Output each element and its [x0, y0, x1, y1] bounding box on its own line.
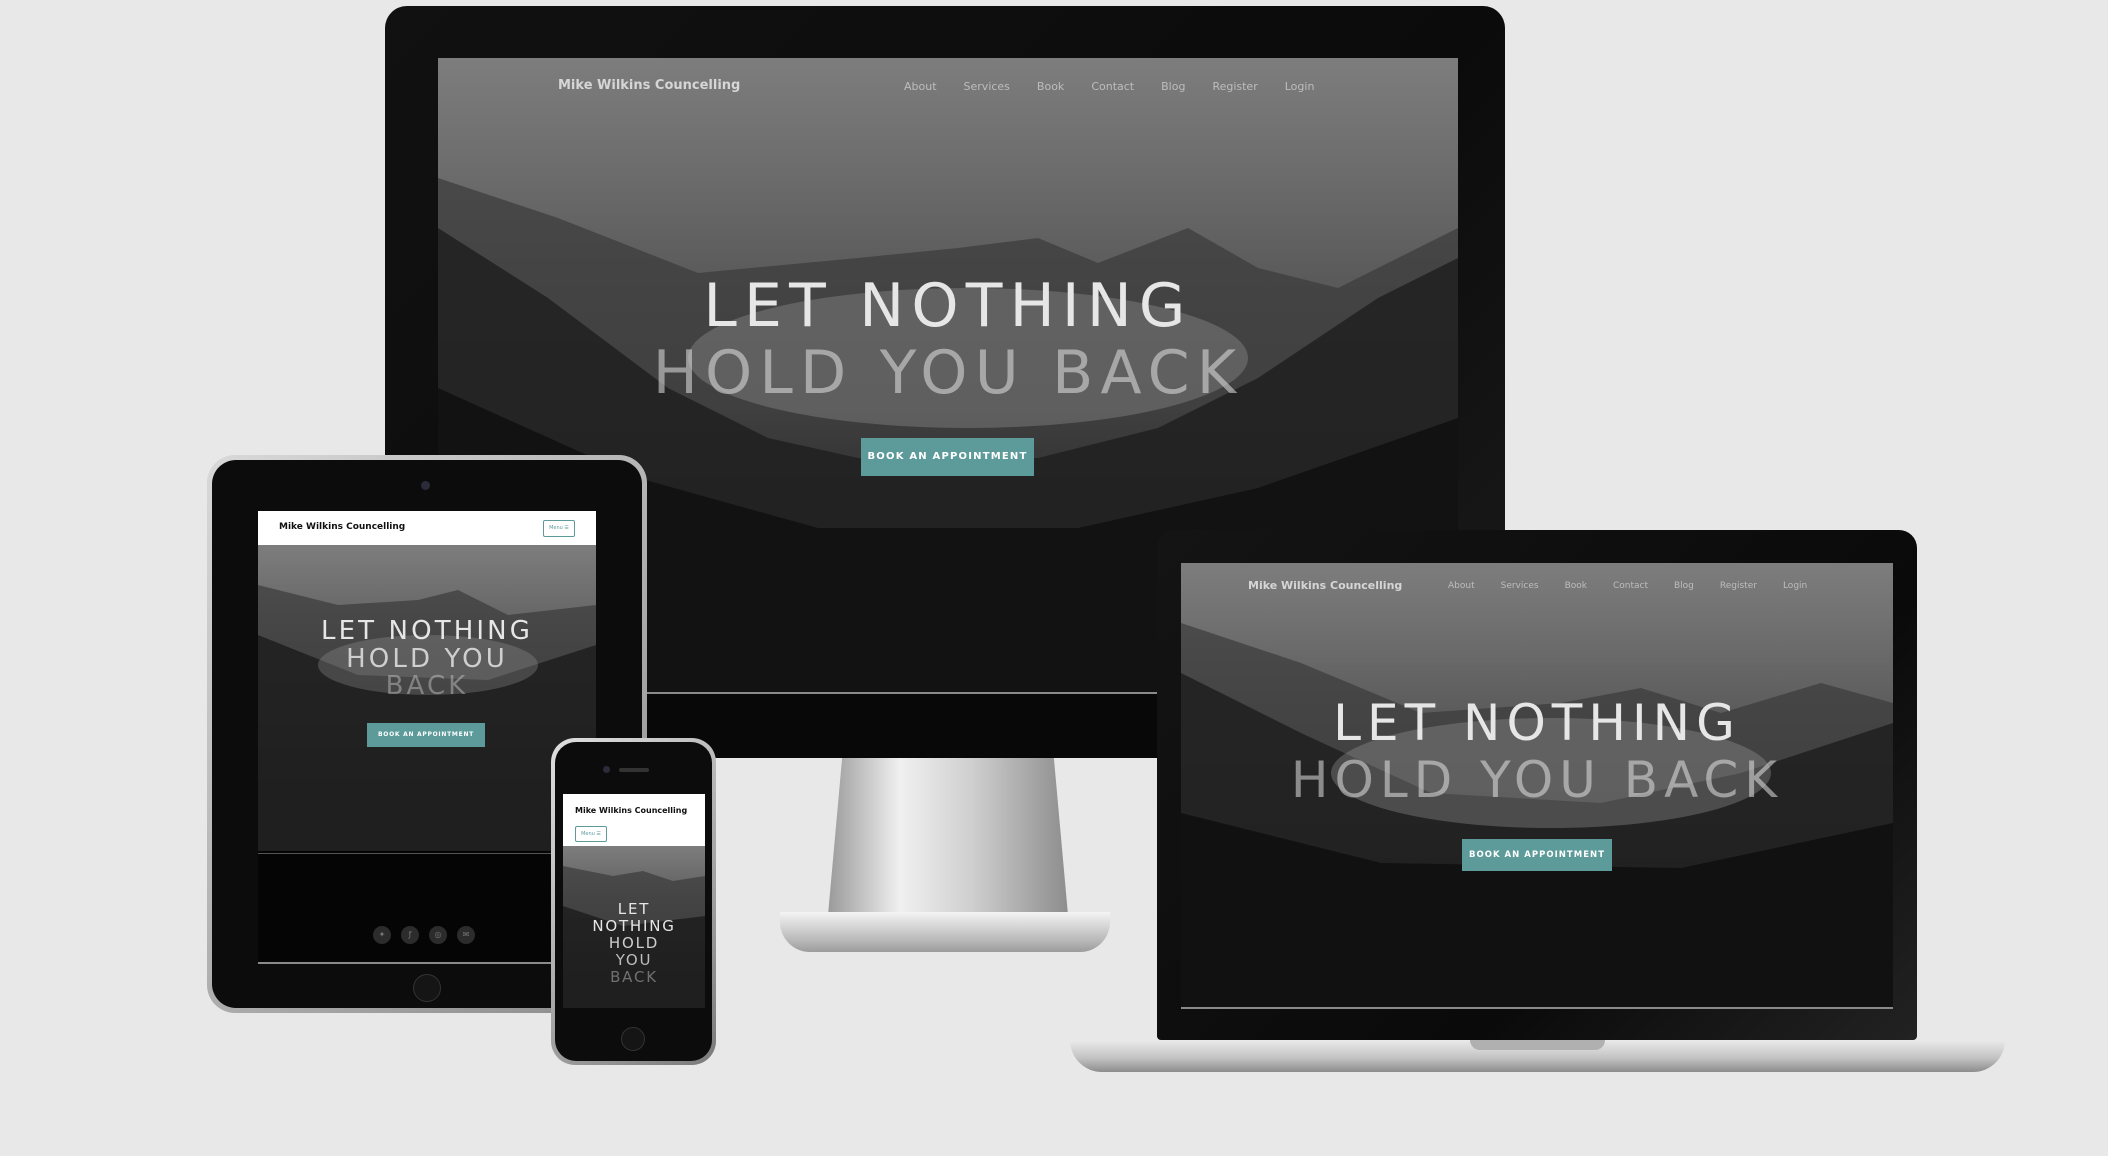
site-brand[interactable]: Mike Wilkins Councelling: [279, 522, 405, 532]
nav-link-register[interactable]: Register: [1720, 581, 1757, 591]
email-icon[interactable]: ✉: [457, 926, 475, 944]
tablet-topbar: Mike Wilkins Councelling Menu ☰: [258, 511, 596, 545]
nav-link-book[interactable]: Book: [1037, 80, 1064, 93]
hero-headline-word-3: HOLD: [608, 934, 660, 952]
tablet-home-button[interactable]: [413, 974, 441, 1002]
footer-divider: [258, 962, 596, 964]
hero-headline-word-5: BACK: [610, 968, 658, 986]
hero-headline-word-2: NOTHING: [592, 917, 676, 935]
tablet-camera: [421, 481, 430, 490]
laptop-notch: [1470, 1040, 1605, 1050]
section-divider: [258, 853, 596, 854]
nav-link-login[interactable]: Login: [1783, 581, 1807, 591]
site-brand[interactable]: Mike Wilkins Councelling: [1248, 579, 1402, 592]
menu-toggle-button[interactable]: Menu ☰: [543, 520, 575, 537]
tablet-screen: Mike Wilkins Councelling Menu ☰ LET NOTH…: [258, 511, 596, 964]
footer-divider: [1181, 1007, 1893, 1009]
instagram-icon[interactable]: ◎: [429, 926, 447, 944]
nav-link-blog[interactable]: Blog: [1161, 80, 1185, 93]
nav-link-services[interactable]: Services: [964, 80, 1010, 93]
site-brand[interactable]: Mike Wilkins Councelling: [575, 806, 687, 815]
nav-link-about[interactable]: About: [904, 80, 937, 93]
phone-topbar: Mike Wilkins Councelling Menu ☰: [563, 794, 705, 846]
nav-link-login[interactable]: Login: [1285, 80, 1315, 93]
book-appointment-button[interactable]: BOOK AN APPOINTMENT: [1462, 839, 1612, 871]
phone-home-button[interactable]: [621, 1027, 645, 1051]
book-appointment-button[interactable]: BOOK AN APPOINTMENT: [861, 438, 1034, 476]
hero-headline-word-4: YOU: [615, 951, 653, 969]
phone-camera: [603, 766, 610, 773]
nav-link-services[interactable]: Services: [1501, 581, 1539, 591]
hero-headline-line2: HOLD YOU BACK: [1290, 751, 1784, 809]
hero-headline-word-1: LET: [617, 900, 651, 918]
hero-headline-line2: HOLD YOU: [346, 644, 508, 674]
twitter-icon[interactable]: ✦: [373, 926, 391, 944]
hero-headline-line3: BACK: [385, 671, 469, 701]
nav-link-about[interactable]: About: [1448, 581, 1475, 591]
nav-link-contact[interactable]: Contact: [1091, 80, 1134, 93]
book-appointment-button[interactable]: BOOK AN APPOINTMENT: [367, 723, 485, 747]
social-links: ✦ ƒ ◎ ✉: [373, 926, 483, 944]
nav-link-contact[interactable]: Contact: [1613, 581, 1648, 591]
menu-toggle-button[interactable]: Menu ☰: [575, 826, 607, 842]
hero-headline-line1: LET NOTHING: [1333, 694, 1741, 752]
nav-link-book[interactable]: Book: [1565, 581, 1587, 591]
phone-screen: Mike Wilkins Councelling Menu ☰ LET NOTH…: [563, 794, 705, 1008]
monitor-stand-neck: [828, 755, 1068, 915]
hero-headline-line2: HOLD YOU BACK: [652, 338, 1244, 408]
facebook-icon[interactable]: ƒ: [401, 926, 419, 944]
site-brand[interactable]: Mike Wilkins Councelling: [558, 78, 740, 93]
nav-link-register[interactable]: Register: [1212, 80, 1257, 93]
hero-headline-line1: LET NOTHING: [703, 271, 1193, 341]
phone-speaker: [619, 768, 649, 772]
nav-link-blog[interactable]: Blog: [1674, 581, 1694, 591]
hero-headline-line1: LET NOTHING: [321, 616, 533, 646]
monitor-stand-base: [780, 912, 1110, 952]
laptop-screen: Mike Wilkins Councelling About Services …: [1181, 563, 1893, 1009]
